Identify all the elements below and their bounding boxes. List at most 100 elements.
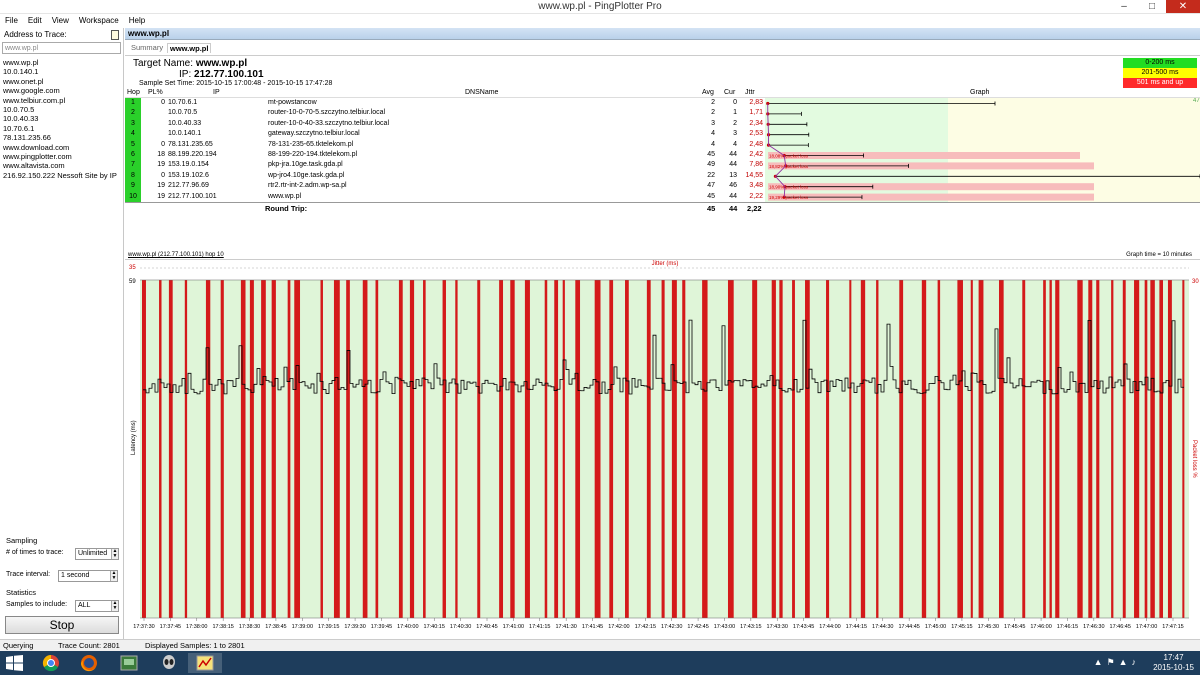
jitter-max: 35: [129, 265, 136, 271]
maximize-button[interactable]: □: [1138, 0, 1166, 13]
spin-icon[interactable]: ▲ ▼: [111, 549, 118, 559]
history-item[interactable]: 10.0.70.5: [3, 105, 123, 114]
tab-summary[interactable]: Summary: [131, 43, 163, 52]
history-item[interactable]: www.wp.pl: [3, 58, 123, 67]
close-button[interactable]: ✕: [1166, 0, 1200, 13]
packet-loss-note: 18,82% packet loss: [769, 164, 809, 169]
spin-icon[interactable]: ▲ ▼: [110, 571, 117, 581]
history-item[interactable]: www.pingplotter.com: [3, 152, 123, 161]
round-trip-row: Round Trip: 45 44 2,22: [125, 201, 1200, 213]
hop-ip: 88.199.220.194: [168, 150, 217, 158]
tab-target[interactable]: www.wp.pl: [167, 43, 212, 53]
packet-loss-bar: [661, 280, 665, 618]
windows-start-icon[interactable]: [6, 655, 23, 671]
legend-red: 501 ms and up: [1123, 78, 1197, 88]
packet-loss-bar: [294, 280, 301, 618]
time-tick-label: 17:40:15: [424, 624, 445, 630]
flag-icon[interactable]: ⚑: [1107, 657, 1119, 667]
history-item[interactable]: 10.70.6.1: [3, 124, 123, 133]
history-item[interactable]: www.altavista.com: [3, 161, 123, 170]
hop-ip: 10.70.6.1: [168, 99, 198, 106]
graph-time-label: Graph time = 10 minutes: [1126, 252, 1192, 258]
packet-loss-bar: [792, 280, 795, 618]
interval-value: 1 second: [61, 572, 90, 579]
time-tick-label: 17:41:30: [555, 624, 576, 630]
chevron-up-icon[interactable]: ▲: [1094, 657, 1107, 667]
history-item[interactable]: www.download.com: [3, 143, 123, 152]
history-item[interactable]: 216.92.150.222 Nessoft Site by IP: [3, 171, 123, 180]
col-pl[interactable]: PL%: [148, 89, 163, 96]
col-jttr[interactable]: Jttr: [745, 89, 755, 96]
menu-file[interactable]: File: [0, 14, 23, 28]
interval-select[interactable]: 1 second ▲ ▼: [58, 570, 118, 582]
target-tab-header[interactable]: www.wp.pl: [125, 28, 1200, 40]
time-tick-label: 17:39:45: [371, 624, 392, 630]
history-item[interactable]: www.google.com: [3, 86, 123, 95]
volume-icon[interactable]: ♪: [1132, 657, 1141, 667]
minimize-button[interactable]: –: [1110, 0, 1138, 13]
packet-loss-bar: [271, 280, 276, 618]
hop-jttr: 2,48: [749, 140, 763, 148]
col-ip[interactable]: IP: [213, 89, 220, 96]
hop-cur: 4: [733, 140, 737, 148]
stop-button[interactable]: Stop: [5, 616, 119, 634]
col-graph[interactable]: Graph: [970, 89, 989, 96]
packet-loss-bar: [752, 280, 758, 618]
timeline-title[interactable]: www.wp.pl (212.77.100.101) hop 10: [128, 250, 224, 260]
hop-latency-graph: 471 18,08% packet loss 18,82% packet loss 1…: [765, 98, 1200, 202]
col-hop[interactable]: Hop: [127, 89, 140, 96]
hop-table-header: Hop PL% IP DNSName Avg Cur Jttr Graph: [125, 88, 1200, 98]
hop-cur: 44: [729, 150, 737, 158]
time-tick-label: 17:43:00: [714, 624, 735, 630]
menu-workspace[interactable]: Workspace: [74, 14, 124, 28]
menu-view[interactable]: View: [47, 14, 74, 28]
packet-loss-bar: [442, 280, 446, 618]
jitter-label: Jitter (ms): [652, 261, 679, 267]
packet-loss-bar: [1096, 280, 1100, 618]
packet-loss-bar: [524, 280, 530, 618]
menu-help[interactable]: Help: [124, 14, 150, 28]
packet-loss-bar: [1167, 280, 1172, 618]
address-input[interactable]: www.wp.pl: [2, 42, 121, 54]
history-item[interactable]: 78.131.235.66: [3, 133, 123, 142]
col-dns[interactable]: DNSName: [465, 89, 498, 96]
app-icon[interactable]: [112, 653, 146, 673]
hop-avg: 2: [711, 109, 715, 117]
packet-loss-bar: [477, 280, 481, 618]
samples-select[interactable]: ALL ▲ ▼: [75, 600, 119, 612]
menu-edit[interactable]: Edit: [23, 14, 47, 28]
history-item[interactable]: www.onet.pl: [3, 77, 123, 86]
spin-icon[interactable]: ▲ ▼: [111, 601, 118, 611]
history-item[interactable]: www.telbiur.com.pl: [3, 96, 123, 105]
hop-dns: 78-131-235-65.tktelekom.pl: [268, 140, 354, 148]
y-axis-right-label: Packet loss %: [1191, 440, 1197, 478]
samples-value: ALL: [78, 602, 91, 609]
network-icon[interactable]: ▲: [1119, 657, 1132, 667]
history-item[interactable]: 10.0.40.33: [3, 114, 123, 123]
hop-dns: router-10-0-70-5.szczytno.telbiur.local: [268, 109, 386, 117]
packet-loss-bar: [609, 280, 614, 618]
history-item[interactable]: 10.0.140.1: [3, 67, 123, 76]
chrome-icon[interactable]: [34, 653, 68, 673]
hop-number: 4: [125, 129, 141, 140]
packet-loss-bar: [142, 280, 146, 618]
time-tick-label: 17:41:15: [529, 624, 550, 630]
taskbar-clock[interactable]: 17:47 2015-10-15: [1153, 653, 1194, 673]
alien-icon[interactable]: [152, 653, 186, 673]
packet-loss-bar: [771, 280, 776, 618]
new-document-icon[interactable]: [111, 30, 119, 40]
times-row: # of times to trace: Unlimited ▲ ▼: [0, 546, 124, 560]
firefox-icon[interactable]: [72, 653, 106, 673]
packet-loss-bar: [510, 280, 515, 618]
pingplotter-taskbar-icon[interactable]: [188, 653, 222, 673]
col-avg[interactable]: Avg: [702, 89, 714, 96]
col-cur[interactable]: Cur: [724, 89, 735, 96]
packet-loss-bar: [998, 280, 1004, 618]
packet-loss-bar: [455, 280, 458, 618]
title-bar: www.wp.pl - PingPlotter Pro – □ ✕: [0, 0, 1200, 14]
status-bar: Querying Trace Count: 2801 Displayed Sam…: [0, 639, 1200, 651]
times-select[interactable]: Unlimited ▲ ▼: [75, 548, 119, 560]
hop-number: 2: [125, 108, 141, 119]
hop-number: 7: [125, 160, 141, 171]
ip-row: IP: 212.77.100.101: [133, 69, 332, 80]
